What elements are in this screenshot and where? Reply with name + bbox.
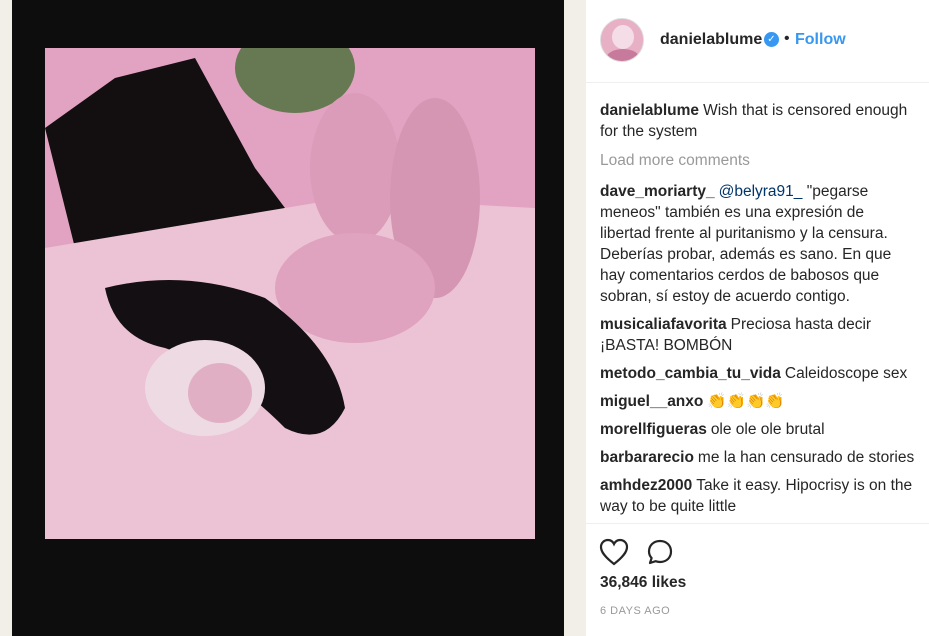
comment-item: metodo_cambia_tu_vida Caleidoscope sex <box>600 363 918 384</box>
comment-username[interactable]: barbararecio <box>600 449 694 466</box>
comment-username[interactable]: miguel__anxo <box>600 393 703 410</box>
caption-username[interactable]: danielablume <box>600 102 699 119</box>
follow-button[interactable]: Follow <box>795 31 846 49</box>
comments-list[interactable]: danielablume Wish that is censored enough… <box>600 100 918 522</box>
comment-text: 👏👏👏👏 <box>707 393 785 410</box>
comment-item: barbararecio me la han censurado de stori… <box>600 447 918 468</box>
load-more-comments-button[interactable]: Load more comments <box>600 150 918 171</box>
photo-panel <box>0 0 585 636</box>
comment-item: musicaliafavorita Preciosa hasta decir ¡B… <box>600 314 918 356</box>
comment-bubble-icon[interactable] <box>646 538 674 566</box>
comment-username[interactable]: morellfigueras <box>600 421 707 438</box>
post-header: danielablume ✓ • Follow <box>586 0 929 83</box>
comment-item: amhdez2000 Take it easy. Hipocrisy is on … <box>600 475 918 517</box>
avatar[interactable] <box>600 18 644 62</box>
username-link[interactable]: danielablume <box>660 31 762 49</box>
comment-text: Caleidoscope sex <box>784 365 908 382</box>
comment-text: ole ole ole brutal <box>710 421 825 438</box>
comment-items: dave_moriarty_ @belyra91_ "pegarse meneos… <box>600 181 918 517</box>
comment-username[interactable]: metodo_cambia_tu_vida <box>600 365 781 382</box>
comment-mention-link[interactable]: @belyra91_ <box>719 183 803 200</box>
action-bar: 36,846 likes 6 DAYS AGO <box>586 523 929 636</box>
polaroid-frame <box>12 0 564 636</box>
comment-item: dave_moriarty_ @belyra91_ "pegarse meneos… <box>600 181 918 307</box>
comment-username[interactable]: musicaliafavorita <box>600 316 727 333</box>
comment-text: "pegarse meneos" también es una expresió… <box>600 183 892 305</box>
likes-count[interactable]: 36,846 likes <box>600 574 686 592</box>
separator-dot: • <box>784 30 790 47</box>
post-photo[interactable] <box>45 48 535 539</box>
comment-text: me la han censurado de stories <box>697 449 915 466</box>
post-timestamp[interactable]: 6 DAYS AGO <box>600 605 670 617</box>
comment-username[interactable]: amhdez2000 <box>600 477 692 494</box>
verified-badge-icon: ✓ <box>764 32 779 47</box>
comment-username[interactable]: dave_moriarty_ <box>600 183 715 200</box>
comment-item: morellfigueras ole ole ole brutal <box>600 419 918 440</box>
post-sidebar: danielablume ✓ • Follow danielablume Wish… <box>585 0 929 636</box>
like-heart-icon[interactable] <box>599 538 629 566</box>
comment-item: miguel__anxo 👏👏👏👏 <box>600 391 918 412</box>
caption: danielablume Wish that is censored enough… <box>600 100 918 142</box>
